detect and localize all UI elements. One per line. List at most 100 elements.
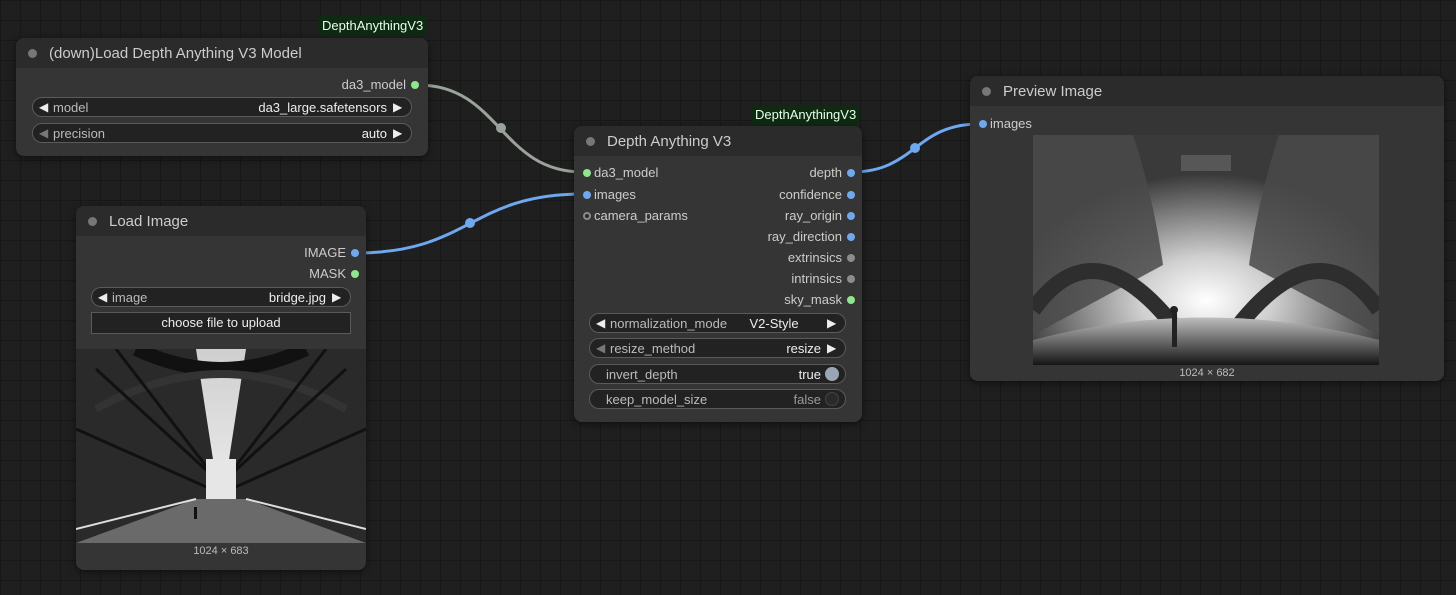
widget-value: da3_large.safetensors [258,99,387,115]
preview-image-node-title: Preview Image [1003,82,1103,100]
output-confidence[interactable]: confidence [779,187,855,203]
input-slot-icon[interactable] [583,169,591,177]
output-slot-icon[interactable] [847,169,855,177]
upload-button[interactable]: choose file to upload [91,312,351,334]
output-slot-icon[interactable] [847,191,855,199]
output-label: IMAGE [304,245,346,260]
link-depth-midpoint[interactable] [910,143,920,153]
input-slot-icon[interactable] [583,191,591,199]
output-label: intrinsics [791,271,842,286]
next-arrow-icon[interactable]: ▶ [393,126,405,140]
prev-arrow-icon[interactable]: ◀ [596,316,608,330]
collapse-dot-icon[interactable] [982,86,991,96]
load-model-node-title: (down)Load Depth Anything V3 Model [49,44,302,62]
widget-label: normalization_mode [610,315,728,331]
output-sky-mask[interactable]: sky_mask [784,292,855,308]
output-slot-icon[interactable] [351,270,359,278]
output-label: depth [809,165,842,180]
widget-label: precision [53,125,106,141]
prev-arrow-icon[interactable]: ◀ [596,341,608,355]
collapse-dot-icon[interactable] [28,48,37,58]
preview-image-node-header[interactable]: Preview Image [970,76,1444,106]
widget-value: V2-Style [749,315,799,331]
loader-badge: DepthAnythingV3 [318,16,428,36]
load-image-node[interactable]: Load Image IMAGE MASK ◀ image bridge.jpg… [76,206,366,570]
resize-method-combo[interactable]: ◀ resize_method resize ▶ [589,338,846,358]
input-images[interactable]: images [583,187,636,203]
normalization-mode-combo[interactable]: ◀ normalization_mode V2-Style ▶ [589,313,846,333]
output-da3-model[interactable]: da3_model [341,77,419,93]
bridge-photo-icon [76,349,366,543]
input-images[interactable]: images [979,116,1032,132]
collapse-dot-icon[interactable] [586,136,595,146]
invert-depth-toggle[interactable]: invert_depth true [589,364,846,384]
prev-arrow-icon[interactable]: ◀ [39,100,51,114]
output-slot-icon[interactable] [351,249,359,257]
output-ray-origin[interactable]: ray_origin [784,208,855,224]
link-image-midpoint[interactable] [465,218,475,228]
widget-value: bridge.jpg [268,289,326,305]
prev-arrow-icon[interactable]: ◀ [98,290,110,304]
bridge-image-preview [76,349,366,543]
next-arrow-icon[interactable]: ▶ [393,100,405,114]
widget-value: true [798,366,821,382]
widget-value: false [793,391,821,407]
model-combo[interactable]: ◀ model da3_large.safetensors ▶ [32,97,412,117]
load-image-size-caption: 1024 × 683 [193,545,249,557]
input-da3-model[interactable]: da3_model [583,165,659,181]
widget-value: resize [786,340,821,356]
output-extrinsics[interactable]: extrinsics [787,250,855,266]
next-arrow-icon[interactable]: ▶ [827,316,839,330]
input-label: images [990,116,1032,131]
output-label: extrinsics [787,250,842,265]
toggle-on-icon[interactable] [825,367,839,381]
output-label: sky_mask [784,292,842,307]
input-slot-icon[interactable] [979,120,987,128]
widget-label: keep_model_size [606,391,708,407]
output-slot-icon[interactable] [847,254,855,262]
output-ray-direction[interactable]: ray_direction [767,229,855,245]
output-label: ray_direction [767,229,842,244]
widget-label: image [112,289,148,305]
output-slot-icon[interactable] [847,212,855,220]
output-slot-icon[interactable] [847,296,855,304]
output-intrinsics[interactable]: intrinsics [791,271,855,287]
input-camera-params[interactable]: camera_params [583,208,688,224]
output-slot-icon[interactable] [411,81,419,89]
next-arrow-icon[interactable]: ▶ [827,341,839,355]
load-model-node[interactable]: (down)Load Depth Anything V3 Model da3_m… [16,38,428,156]
preview-image-node[interactable]: Preview Image images 1024 × 682 [970,76,1444,381]
prev-arrow-icon[interactable]: ◀ [39,126,51,140]
output-mask[interactable]: MASK [309,266,359,282]
image-combo[interactable]: ◀ image bridge.jpg ▶ [91,287,351,307]
output-slot-icon[interactable] [847,233,855,241]
widget-value: auto [361,125,387,141]
preview-image-size-caption: 1024 × 682 [1179,367,1235,379]
output-label: ray_origin [784,208,842,223]
keep-model-size-toggle[interactable]: keep_model_size false [589,389,846,409]
load-model-node-header[interactable]: (down)Load Depth Anything V3 Model [16,38,428,68]
output-depth[interactable]: depth [809,165,855,181]
output-label: da3_model [341,77,406,92]
load-image-node-header[interactable]: Load Image [76,206,366,236]
depth-node-badge: DepthAnythingV3 [751,105,861,125]
output-image[interactable]: IMAGE [304,245,359,261]
load-image-node-title: Load Image [109,212,189,230]
output-label: MASK [309,266,346,281]
depth-anything-node[interactable]: Depth Anything V3 da3_model images camer… [574,126,862,422]
toggle-off-icon[interactable] [825,392,839,406]
widget-label: resize_method [610,340,696,356]
next-arrow-icon[interactable]: ▶ [332,290,344,304]
output-slot-icon[interactable] [847,275,855,283]
depth-image-preview [1033,135,1379,365]
widget-label: model [53,99,89,115]
collapse-dot-icon[interactable] [88,216,97,226]
precision-combo[interactable]: ◀ precision auto ▶ [32,123,412,143]
input-label: camera_params [594,208,688,223]
link-model-midpoint[interactable] [496,123,506,133]
depth-anything-node-header[interactable]: Depth Anything V3 [574,126,862,156]
input-slot-icon[interactable] [583,212,591,220]
depth-anything-node-title: Depth Anything V3 [607,132,732,150]
input-label: da3_model [594,165,659,180]
output-label: confidence [779,187,842,202]
